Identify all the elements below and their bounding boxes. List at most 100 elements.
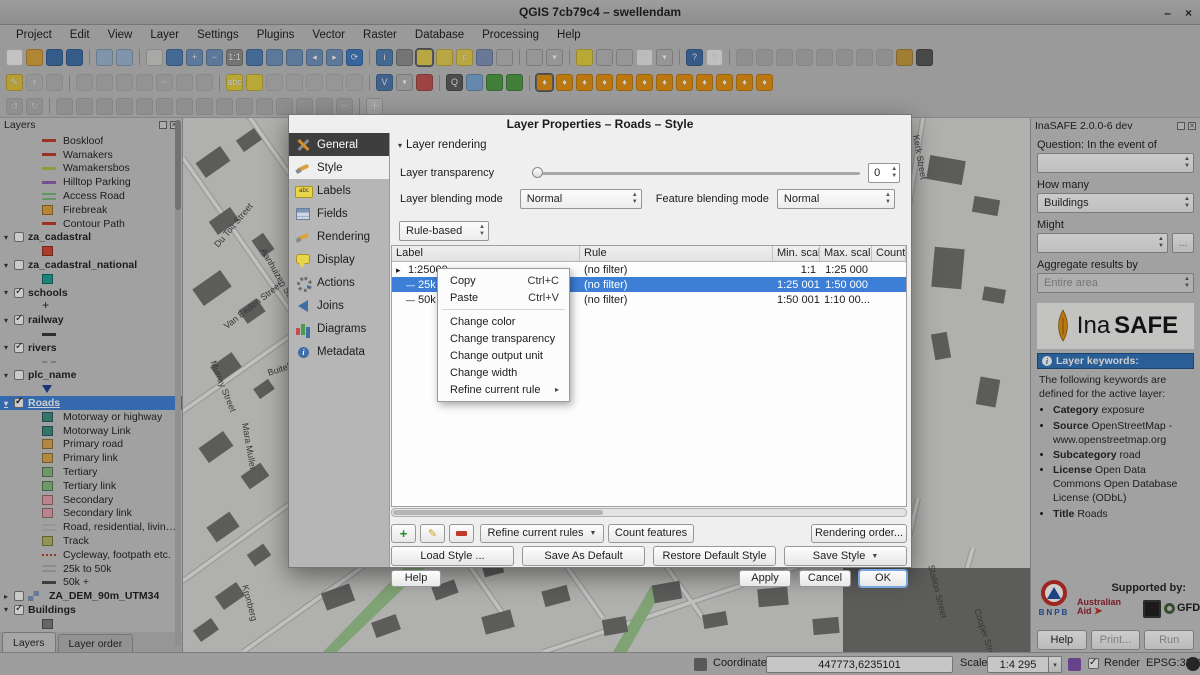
- expander-icon[interactable]: ▾: [4, 605, 14, 614]
- layer-tree-item[interactable]: ▾ rivers: [0, 341, 182, 355]
- layer-tree-item[interactable]: Access Road: [0, 189, 182, 203]
- label-change-icon[interactable]: [326, 74, 343, 91]
- extents-icon[interactable]: [694, 658, 707, 671]
- cancel-button[interactable]: Cancel: [799, 570, 851, 587]
- magnifier-icon[interactable]: [1068, 658, 1081, 671]
- inasafe-batch-runner-icon[interactable]: ♦: [656, 74, 673, 91]
- feature-blending-select[interactable]: Normal▲▼: [777, 189, 895, 209]
- menu-item[interactable]: View: [100, 28, 141, 42]
- transparency-spinbox[interactable]: 0 ▲▼: [868, 163, 900, 183]
- add-feature-icon[interactable]: [76, 74, 93, 91]
- layer-tree-item[interactable]: 25k to 50k: [0, 562, 182, 576]
- split-parts-icon[interactable]: [256, 98, 273, 115]
- menu-item[interactable]: Plugins: [249, 28, 303, 42]
- layer-tree-item[interactable]: ▾ za_cadastral: [0, 231, 182, 245]
- field-calculator-icon[interactable]: [496, 49, 513, 66]
- hazard-select[interactable]: ▲▼: [1037, 153, 1194, 173]
- layer-visibility-checkbox[interactable]: [14, 315, 24, 325]
- layer-tree-item[interactable]: Secondary: [0, 493, 182, 507]
- function-options-button[interactable]: ...: [1172, 233, 1194, 253]
- layer-tree-item[interactable]: Motorway or highway: [0, 410, 182, 424]
- inasafe-impact-wizard-icon[interactable]: ♦: [576, 74, 593, 91]
- tab-metadata[interactable]: Metadata: [289, 340, 389, 363]
- expander-icon[interactable]: ▾: [4, 399, 14, 408]
- label-properties-icon[interactable]: [346, 74, 363, 91]
- tab-labels[interactable]: Labels: [289, 179, 389, 202]
- layer-tree-item[interactable]: [0, 300, 182, 314]
- help-button[interactable]: Help: [391, 570, 441, 587]
- new-map-view-icon[interactable]: [896, 49, 913, 66]
- layer-tree-item[interactable]: ▸ ZA_DEM_90m_UTM34: [0, 589, 182, 603]
- layer-tree-item[interactable]: Road, residential, living street, ...: [0, 520, 182, 534]
- whats-this-icon[interactable]: ?: [706, 49, 723, 66]
- layer-tree-item[interactable]: [0, 382, 182, 396]
- layer-tree-item[interactable]: Contour Path: [0, 217, 182, 231]
- layer-tree-item[interactable]: Primary road: [0, 438, 182, 452]
- processing-toolbox-icon[interactable]: [486, 74, 503, 91]
- rotate-feature-icon[interactable]: [56, 98, 73, 115]
- delete-selected-icon[interactable]: [136, 74, 153, 91]
- cut-features-icon[interactable]: ✂: [156, 74, 173, 91]
- layer-tree-item[interactable]: Tertiary link: [0, 479, 182, 493]
- inasafe-save-scenario-icon[interactable]: ♦: [676, 74, 693, 91]
- layer-tree-item[interactable]: 50k +: [0, 576, 182, 590]
- tab-general[interactable]: General: [289, 133, 389, 156]
- select-rectangle-icon[interactable]: [416, 49, 433, 66]
- inasafe-minimum-needs-icon[interactable]: ♦: [616, 74, 633, 91]
- layers-scrollbar[interactable]: [175, 120, 181, 646]
- menu-item-change-color[interactable]: Change color: [438, 313, 569, 330]
- style-manager-icon[interactable]: [466, 74, 483, 91]
- show-all-layers-icon[interactable]: [816, 49, 833, 66]
- layer-tree-item[interactable]: Wamakersbos: [0, 162, 182, 176]
- layer-tree-item[interactable]: ▾ railway: [0, 313, 182, 327]
- tab-rendering[interactable]: Rendering: [289, 225, 389, 248]
- measure-angle-icon[interactable]: [756, 49, 773, 66]
- layer-visibility-checkbox[interactable]: [14, 260, 24, 270]
- map-tips-icon[interactable]: [576, 49, 593, 66]
- overview-icon[interactable]: [796, 49, 813, 66]
- menu-item-change-width[interactable]: Change width: [438, 364, 569, 381]
- merge-features-icon[interactable]: [276, 98, 293, 115]
- search-icon[interactable]: Q: [446, 74, 463, 91]
- edit-rule-button[interactable]: ✎: [420, 524, 445, 543]
- scale-input[interactable]: 1:4 295: [987, 656, 1049, 673]
- layer-tree-item[interactable]: ▾ plc_name: [0, 369, 182, 383]
- layer-visibility-checkbox[interactable]: [14, 370, 24, 380]
- layer-tree-item[interactable]: Tertiary: [0, 465, 182, 479]
- add-rule-button[interactable]: +: [391, 524, 416, 543]
- new-layer-dropdown-icon[interactable]: ▾: [396, 74, 413, 91]
- inasafe-add-layer-icon[interactable]: ♦: [736, 74, 753, 91]
- ok-button[interactable]: OK: [859, 570, 907, 587]
- layer-tree-item[interactable]: Firebreak: [0, 203, 182, 217]
- menu-item-paste[interactable]: Paste Ctrl+V: [438, 289, 569, 306]
- save-as-default-button[interactable]: Save As Default: [522, 546, 645, 566]
- pan-to-selection-icon[interactable]: [166, 49, 183, 66]
- snapping-target-icon[interactable]: ✛: [366, 98, 383, 115]
- layer-visibility-checkbox[interactable]: [14, 232, 24, 242]
- save-project-as-icon[interactable]: [66, 49, 83, 66]
- expander-icon[interactable]: ▾: [4, 233, 14, 242]
- paste-features-icon[interactable]: [196, 74, 213, 91]
- inasafe-osm-downloader-icon[interactable]: ♦: [716, 74, 733, 91]
- inasafe-people-icon[interactable]: ♦: [636, 74, 653, 91]
- close-panel-icon[interactable]: ✕: [1188, 122, 1196, 130]
- messages-icon[interactable]: [1186, 657, 1200, 671]
- layer-visibility-checkbox[interactable]: [14, 591, 24, 601]
- layer-blending-select[interactable]: Normal▲▼: [520, 189, 642, 209]
- save-layer-edits-icon[interactable]: [46, 74, 63, 91]
- inasafe-keywords-wizard-icon[interactable]: ♦: [556, 74, 573, 91]
- tab-display[interactable]: Display: [289, 248, 389, 271]
- inasafe-print-button[interactable]: Print...: [1091, 630, 1141, 650]
- layer-tree-item[interactable]: ▾ schools: [0, 286, 182, 300]
- menu-item-change-transparency[interactable]: Change transparency: [438, 330, 569, 347]
- save-project-icon[interactable]: [46, 49, 63, 66]
- text-annotation-icon[interactable]: T: [636, 49, 653, 66]
- render-checkbox[interactable]: [1088, 658, 1099, 669]
- open-project-icon[interactable]: [26, 49, 43, 66]
- expander-icon[interactable]: ▾: [4, 288, 14, 297]
- load-style-button[interactable]: Load Style ...: [391, 546, 514, 566]
- inasafe-run-button[interactable]: Run: [1144, 630, 1194, 650]
- delete-part-icon[interactable]: [176, 98, 193, 115]
- pan-map-icon[interactable]: [146, 49, 163, 66]
- panel-tab[interactable]: Layer order: [58, 634, 134, 652]
